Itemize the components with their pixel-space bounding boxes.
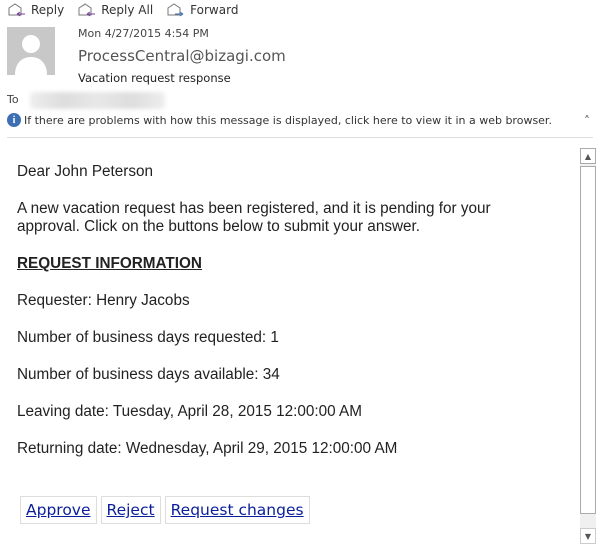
collapse-header-icon[interactable]: ˄ [584,114,590,128]
reply-button[interactable]: Reply [8,3,64,17]
forward-button[interactable]: Forward [167,3,238,17]
reply-all-button[interactable]: Reply All [78,3,153,17]
sender-address[interactable]: ProcessCentral@bizagi.com [78,47,286,65]
info-bar[interactable]: i If there are problems with how this mes… [7,113,552,127]
recipient-redacted [30,92,165,109]
request-changes-button[interactable]: Request changes [164,496,310,524]
reply-label: Reply [31,3,65,17]
intro-text: A new vacation request has been register… [17,200,491,235]
days-available: Number of business days available: 34 [17,366,280,383]
scrollbar[interactable]: ▲ ▼ [580,148,596,544]
divider [7,137,593,138]
sender-avatar [7,27,55,75]
info-text: If there are problems with how this mess… [24,113,552,127]
to-label: To [7,93,19,106]
reject-button[interactable]: Reject [100,496,161,524]
approve-button[interactable]: Approve [20,496,97,524]
action-buttons: Approve Reject Request changes [20,496,310,524]
reply-icon [8,3,25,17]
toolbar: Reply Reply All Forward [8,3,238,17]
scroll-down-icon[interactable]: ▼ [580,528,596,544]
subject: Vacation request response [78,71,231,85]
reply-all-icon [78,3,96,17]
reply-all-label: Reply All [101,3,154,17]
scroll-up-icon[interactable]: ▲ [580,148,596,164]
greeting: Dear John Peterson [17,163,154,180]
forward-icon [167,3,184,17]
days-requested: Number of business days requested: 1 [17,329,279,346]
sent-date: Mon 4/27/2015 4:54 PM [78,27,209,40]
forward-label: Forward [190,3,239,17]
info-icon: i [7,113,21,127]
requester: Requester: Henry Jacobs [17,292,190,309]
section-title: REQUEST INFORMATION [17,255,202,272]
returning-date: Returning date: Wednesday, April 29, 201… [17,440,398,457]
message-body: Dear John Peterson A new vacation reques… [17,163,557,477]
leaving-date: Leaving date: Tuesday, April 28, 2015 12… [17,403,362,420]
scroll-thumb[interactable] [580,166,596,514]
